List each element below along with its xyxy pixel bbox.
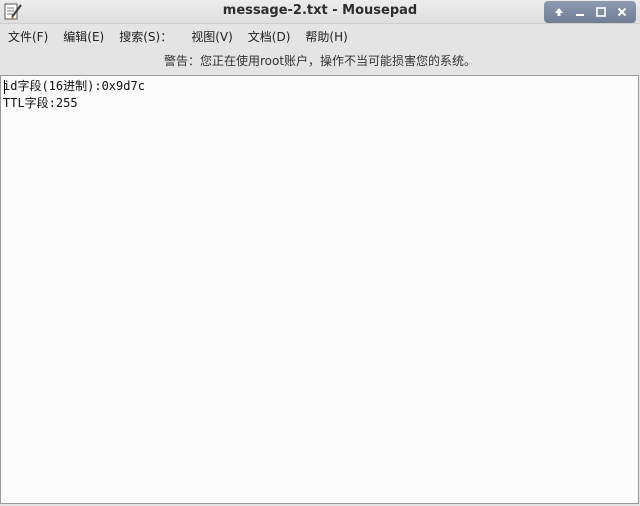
minimize-icon[interactable]: [572, 4, 588, 20]
text-caret: [4, 80, 5, 94]
title-bar[interactable]: message-2.txt - Mousepad: [0, 0, 640, 24]
menu-search[interactable]: 搜索(S)：: [112, 25, 179, 49]
menu-file[interactable]: 文件(F): [1, 25, 55, 49]
window-controls: [544, 1, 636, 23]
root-warning-banner: 警告：您正在使用root账户，操作不当可能损害您的系统。: [163, 54, 477, 68]
close-icon[interactable]: [614, 4, 630, 20]
mousepad-window: message-2.txt - Mousepad 文件(F) 编辑(E) 搜索(…: [0, 0, 640, 506]
menu-bar: 文件(F) 编辑(E) 搜索(S)： 视图(V) 文档(D) 帮助(H): [0, 25, 640, 49]
text-editor-area[interactable]: id字段(16进制):0x9d7c TTL字段:255: [0, 75, 639, 504]
editor-line[interactable]: TTL字段:255: [3, 95, 636, 112]
menu-document[interactable]: 文档(D): [241, 25, 298, 49]
maximize-icon[interactable]: [593, 4, 609, 20]
menu-edit[interactable]: 编辑(E): [56, 25, 111, 49]
menu-help[interactable]: 帮助(H): [298, 25, 354, 49]
editor-line[interactable]: id字段(16进制):0x9d7c: [3, 78, 636, 95]
menu-view[interactable]: 视图(V): [184, 25, 240, 49]
up-arrow-icon[interactable]: [551, 4, 567, 20]
